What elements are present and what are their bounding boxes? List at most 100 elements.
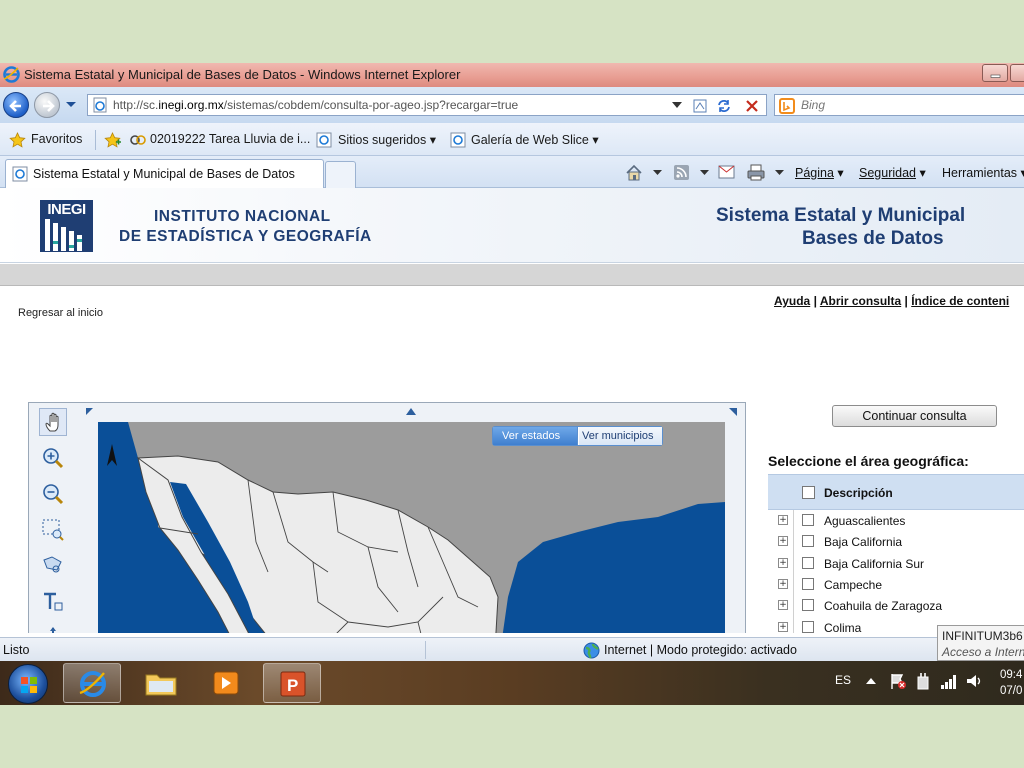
system-clock[interactable]: 09:4 07/0 [1000,667,1022,699]
home-icon[interactable] [625,164,643,181]
state-row[interactable]: + Aguascalientes [768,510,1024,531]
expand-icon[interactable]: + [778,621,788,632]
security-menu-label: Seguridad [859,166,916,180]
state-checkbox[interactable] [802,556,814,569]
state-checkbox[interactable] [802,620,814,633]
state-name: Baja California [824,535,903,550]
start-button[interactable] [8,664,48,704]
favorites-divider [95,130,96,150]
history-dropdown-icon[interactable] [65,101,77,109]
home-dropdown-icon[interactable] [653,170,662,176]
expand-icon[interactable]: + [778,536,788,547]
tooltip-access-text: Acceso a Intern [942,645,1024,659]
forward-button[interactable] [34,92,60,118]
address-bar[interactable]: http://sc.inegi.org.mx/sistemas/cobdem/c… [87,94,767,116]
feeds-icon[interactable] [673,164,690,181]
map-toolbar [37,408,68,633]
state-checkbox[interactable] [802,514,814,526]
link-icon [130,135,146,145]
maximize-button[interactable] [1010,64,1024,82]
map-canvas[interactable] [98,422,725,633]
forward-arrow-icon [43,100,55,112]
refresh-icon[interactable] [716,98,732,114]
continue-query-button[interactable]: Continuar consulta [832,405,997,427]
map-region: Ver estados Ver municipios Continuar con… [0,188,1024,633]
stop-icon[interactable] [745,99,759,113]
suggested-sites-link[interactable]: Sitios sugeridos ▾ [338,132,436,147]
taskbar-powerpoint[interactable]: P [263,663,321,703]
view-municipalities-button[interactable]: Ver municipios [579,427,662,445]
feeds-dropdown-icon[interactable] [700,170,709,176]
state-checkbox[interactable] [802,577,814,590]
tools-menu[interactable]: Herramientas ▾ [942,165,1024,180]
volume-icon[interactable] [965,672,983,690]
url-path: /sistemas/cobdem/consulta-por-ageo.jsp?r… [223,98,519,112]
hand-icon [45,412,59,432]
new-tab-button[interactable] [325,161,356,188]
pan-northwest-arrow-icon[interactable] [86,408,94,416]
table-header: Descripción [768,474,1024,510]
compatibility-view-icon[interactable] [692,98,708,114]
network-signal-icon[interactable] [940,672,958,690]
address-dropdown-icon[interactable] [672,102,682,109]
internet-explorer-icon [79,671,106,697]
clock-time: 09:4 [1000,669,1023,681]
show-hidden-icons-icon[interactable] [866,677,876,684]
favorite-link-tarea[interactable]: 02019222 Tarea Lluvia de i... [150,132,310,146]
expand-icon[interactable]: + [778,557,788,568]
back-button[interactable] [3,92,29,118]
state-row[interactable]: + Coahuila de Zaragoza [768,595,1024,616]
status-bar: Listo Internet | Modo protegido: activad… [0,637,1024,661]
zoom-box-button[interactable] [39,516,67,544]
zoom-in-button[interactable] [39,444,67,472]
state-row[interactable]: + Campeche [768,574,1024,595]
state-row[interactable]: + Baja California [768,531,1024,552]
expand-icon[interactable]: + [778,515,788,525]
mail-icon[interactable] [718,165,735,179]
favorites-bar: Favoritos 02019222 Tarea Lluvia de i... … [0,123,1024,156]
state-checkbox[interactable] [802,535,814,548]
move-tool-button[interactable] [39,624,67,633]
favorites-button[interactable]: Favoritos [31,132,82,146]
web-slice-gallery-link[interactable]: Galería de Web Slice ▾ [471,132,599,147]
taskbar-internet-explorer[interactable] [63,663,121,703]
zoom-out-button[interactable] [39,480,67,508]
pan-north-arrow-icon[interactable] [406,408,416,415]
pan-northeast-arrow-icon[interactable] [729,408,737,416]
move-arrows-icon [50,627,56,633]
svg-text:P: P [287,676,298,695]
title-bar: Sistema Estatal y Municipal de Bases de … [0,63,1024,87]
security-menu[interactable]: Seguridad ▾ [859,165,926,180]
state-name: Aguascalientes [824,514,906,528]
state-checkbox[interactable] [802,599,814,612]
security-zone-text: Internet | Modo protegido: activado [604,643,797,657]
select-all-checkbox[interactable] [802,486,815,499]
language-indicator[interactable]: ES [835,673,851,687]
zoom-out-icon [43,484,64,505]
expand-icon[interactable]: + [778,578,788,589]
mexico-map [98,422,725,633]
state-name: Campeche [824,577,883,592]
pan-tool-button[interactable] [39,408,67,436]
power-icon[interactable] [914,672,932,690]
action-center-flag-icon[interactable] [889,672,907,690]
add-favorite-icon[interactable] [104,132,121,148]
expand-icon[interactable]: + [778,600,788,611]
taskbar-file-explorer[interactable] [132,663,190,703]
state-row[interactable]: + Baja California Sur [768,553,1024,574]
page-menu[interactable]: Página ▾ [795,165,844,180]
text-tool-button[interactable] [39,588,67,616]
page-menu-label: Página [795,166,834,180]
status-text: Listo [3,643,30,657]
print-icon[interactable] [747,164,765,181]
view-states-button[interactable]: Ver estados [493,427,578,445]
print-dropdown-icon[interactable] [775,170,784,176]
taskbar: P ES 09:4 07/0 [0,661,1024,705]
select-tool-button[interactable] [39,552,67,580]
tab-sistema-estatal[interactable]: Sistema Estatal y Municipal de Bases de … [5,159,324,188]
tab-label: Sistema Estatal y Municipal de Bases de … [33,167,295,181]
minimize-button[interactable] [982,64,1008,82]
search-box[interactable]: Bing [774,94,1024,116]
url-text: http://sc.inegi.org.mx/sistemas/cobdem/c… [113,98,518,112]
taskbar-media-player[interactable] [197,663,255,703]
